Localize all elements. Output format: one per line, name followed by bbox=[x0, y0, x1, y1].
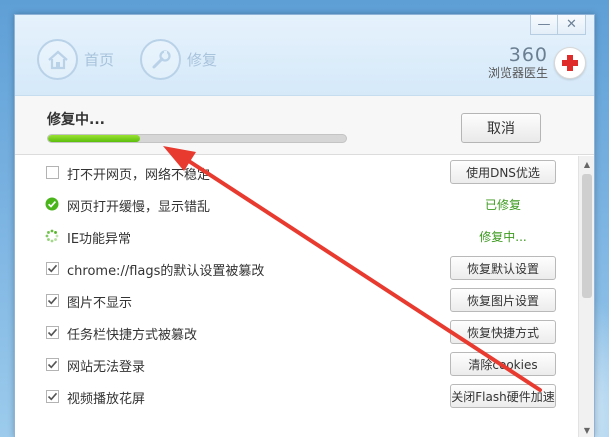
progress-title: 修复中... bbox=[47, 112, 105, 128]
cancel-button[interactable]: 取消 bbox=[461, 113, 541, 143]
progress-bar bbox=[47, 134, 347, 143]
list-item: 任务栏快捷方式被篡改 恢复快捷方式 bbox=[15, 316, 578, 348]
minimize-button[interactable]: — bbox=[530, 15, 558, 35]
close-button[interactable]: ✕ bbox=[558, 15, 586, 35]
checkbox-empty-icon bbox=[45, 165, 59, 179]
list-item-label: chrome://flags的默认设置被篡改 bbox=[67, 264, 265, 279]
brand: 360 浏览器医生 bbox=[488, 45, 586, 81]
list-item-label: IE功能异常 bbox=[67, 232, 132, 247]
home-icon bbox=[37, 39, 78, 80]
list-item: chrome://flags的默认设置被篡改 恢复默认设置 bbox=[15, 252, 578, 284]
brand-number: 360 bbox=[508, 44, 548, 66]
row-action-button[interactable]: 恢复快捷方式 bbox=[450, 320, 556, 344]
list-item: 网站无法登录 清除cookies bbox=[15, 348, 578, 380]
row-action-button[interactable]: 清除cookies bbox=[450, 352, 556, 376]
row-checkbox[interactable] bbox=[45, 389, 59, 403]
row-action-button[interactable]: 恢复图片设置 bbox=[450, 288, 556, 312]
list-item-label: 视频播放花屏 bbox=[67, 392, 146, 407]
list-item: IE功能异常 修复中... bbox=[15, 220, 578, 252]
brand-name: 浏览器医生 bbox=[487, 66, 548, 80]
list-item-label: 任务栏快捷方式被篡改 bbox=[67, 328, 198, 343]
scrollbar-thumb[interactable] bbox=[582, 174, 592, 298]
loading-spinner-icon bbox=[45, 229, 59, 243]
list-item-label: 网页打开缓慢，显示错乱 bbox=[67, 200, 211, 215]
scrollbar[interactable]: ▲ ▼ bbox=[578, 156, 594, 437]
progress-panel: 修复中... 取消 bbox=[15, 96, 594, 155]
list-item-label: 图片不显示 bbox=[67, 296, 133, 311]
nav-repair[interactable]: 修复 bbox=[140, 39, 217, 80]
progress-bar-fill bbox=[48, 135, 141, 142]
row-action-button[interactable]: 关闭Flash硬件加速 bbox=[450, 384, 556, 408]
list-item-label: 打不开网页，网络不稳定 bbox=[67, 168, 211, 183]
list-item-label: 网站无法登录 bbox=[67, 360, 146, 375]
row-checkbox[interactable] bbox=[45, 261, 59, 275]
list-item: 网页打开缓慢，显示错乱 已修复 bbox=[15, 188, 578, 220]
issue-list: 打不开网页，网络不稳定 使用DNS优选网页打开缓慢，显示错乱 已修复 IE功能异常 修复… bbox=[15, 156, 578, 437]
list-item: 打不开网页，网络不稳定 使用DNS优选 bbox=[15, 156, 578, 188]
row-checkbox[interactable] bbox=[45, 325, 59, 339]
list-item: 视频播放花屏 关闭Flash硬件加速 bbox=[15, 380, 578, 412]
nav-home[interactable]: 首页 bbox=[37, 39, 114, 80]
scroll-down-icon[interactable]: ▼ bbox=[581, 424, 593, 436]
row-action-button[interactable]: 恢复默认设置 bbox=[450, 256, 556, 280]
row-action-button[interactable]: 使用DNS优选 bbox=[450, 160, 556, 184]
row-status-text: 修复中... bbox=[479, 230, 527, 244]
row-status-text: 已修复 bbox=[484, 198, 521, 212]
scroll-up-icon[interactable]: ▲ bbox=[581, 158, 593, 170]
success-check-icon bbox=[45, 197, 59, 211]
row-checkbox[interactable] bbox=[45, 357, 59, 371]
checkmark-icon bbox=[45, 325, 59, 339]
red-cross-icon bbox=[554, 47, 586, 79]
checkmark-icon bbox=[45, 261, 59, 275]
row-checkbox[interactable] bbox=[45, 293, 59, 307]
checkmark-icon bbox=[45, 293, 59, 307]
list-item: 图片不显示 恢复图片设置 bbox=[15, 284, 578, 316]
main-nav: 首页 修复 bbox=[37, 39, 243, 80]
header-bar: — ✕ 首页 修复 360 浏览器医生 bbox=[15, 15, 594, 96]
checkmark-icon bbox=[45, 357, 59, 371]
row-checkbox[interactable] bbox=[45, 165, 59, 179]
window-controls: — ✕ bbox=[530, 15, 586, 35]
nav-repair-label: 修复 bbox=[187, 51, 218, 69]
nav-home-label: 首页 bbox=[84, 51, 115, 69]
checkmark-icon bbox=[45, 389, 59, 403]
app-window: — ✕ 首页 修复 360 浏览器医生 修复中... 取消 打不开网页，网络不稳… bbox=[14, 14, 595, 437]
wrench-icon bbox=[140, 39, 182, 80]
